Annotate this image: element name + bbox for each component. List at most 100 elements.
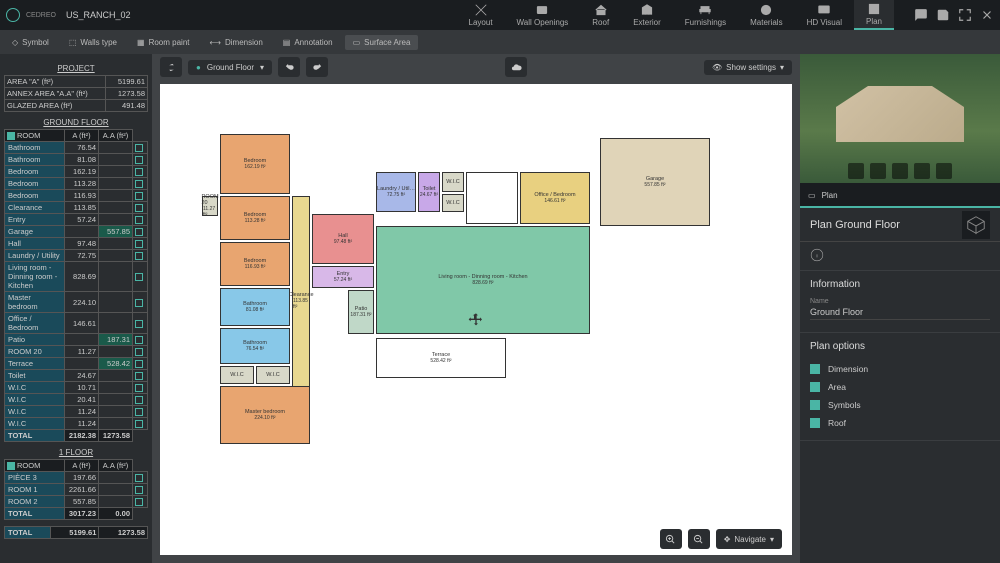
table-row[interactable]: Office / Bedroom146.61 xyxy=(5,313,148,334)
tab-hd-visual[interactable]: HD Visual xyxy=(795,0,854,30)
room-w-i-c[interactable]: W.I.C xyxy=(442,172,464,192)
tab-exterior[interactable]: Exterior xyxy=(621,0,673,30)
table-row[interactable]: Terrace528.42 xyxy=(5,358,148,370)
navigate-button[interactable]: ✥ Navigate ▾ xyxy=(716,529,782,549)
tab-materials[interactable]: Materials xyxy=(738,0,794,30)
subtool-dimension[interactable]: ⟷Dimension xyxy=(202,35,271,50)
cloud-button[interactable] xyxy=(505,57,527,77)
canvas-area: ● Ground Floor ▾ 👁 Show settings ▾ Bedro… xyxy=(152,54,800,563)
room-w-i-c[interactable]: W.I.C xyxy=(442,194,464,212)
room-entry[interactable]: Entry57.24 ft² xyxy=(312,266,374,288)
tab-roof[interactable]: Roof xyxy=(580,0,621,30)
table-row[interactable]: ROOM 12261.66 xyxy=(5,484,148,496)
room-clearance[interactable]: Clearance113.85 ft² xyxy=(292,196,310,406)
room-laundry-util-[interactable]: Laundry / Util…72.75 ft² xyxy=(376,172,416,212)
room-w-i-c[interactable]: W.I.C xyxy=(220,366,254,384)
room-bedroom[interactable]: Bedroom113.28 ft² xyxy=(220,196,290,240)
ground-floor-table: ROOMA (ft²)A.A (ft²) Bathroom76.54Bathro… xyxy=(4,129,148,442)
table-row[interactable]: Patio187.31 xyxy=(5,334,148,346)
grand-total-a: 5199.61 xyxy=(50,527,99,539)
table-row[interactable]: W.I.C11.24 xyxy=(5,418,148,430)
close-icon[interactable] xyxy=(980,8,994,22)
redo-button[interactable] xyxy=(306,57,328,77)
table-row[interactable]: Garage557.85 xyxy=(5,226,148,238)
chat-icon[interactable] xyxy=(914,8,928,22)
chevron-down-icon: ▾ xyxy=(770,535,774,544)
plan-3d-icon[interactable] xyxy=(962,211,990,239)
room-bedroom[interactable]: Bedroom116.93 ft² xyxy=(220,242,290,286)
plan-canvas[interactable]: Bedroom162.19 ft²ROOM 2011.27 ft²Bedroom… xyxy=(160,84,792,555)
show-settings-button[interactable]: 👁 Show settings ▾ xyxy=(704,60,792,75)
table-row[interactable]: W.I.C10.71 xyxy=(5,382,148,394)
table-row[interactable]: Bathroom81.08 xyxy=(5,154,148,166)
room-terrace[interactable]: Terrace528.42 ft² xyxy=(376,338,506,378)
zoom-out-button[interactable] xyxy=(688,529,710,549)
tab-furnishings[interactable]: Furnishings xyxy=(673,0,738,30)
subtool-annotation[interactable]: ▤Annotation xyxy=(275,35,341,50)
name-value[interactable]: Ground Floor xyxy=(810,305,990,320)
render-tool-5[interactable] xyxy=(936,163,952,179)
render-tool-2[interactable] xyxy=(870,163,886,179)
sidebar: PROJECT AREA "A" (ft²)5199.61ANNEX AREA … xyxy=(0,54,152,563)
info-row[interactable] xyxy=(800,242,1000,271)
option-roof[interactable]: Roof xyxy=(810,414,990,432)
subtool-symbol[interactable]: ◇Symbol xyxy=(4,35,57,50)
table-row[interactable]: Laundry / Utility72.75 xyxy=(5,250,148,262)
room-hall[interactable]: Hall97.48 ft² xyxy=(312,214,374,264)
room-bedroom[interactable]: Bedroom162.19 ft² xyxy=(220,134,290,194)
first-floor-title: 1 FLOOR xyxy=(4,446,148,459)
room-office-bedroom[interactable]: Office / Bedroom146.61 ft² xyxy=(520,172,590,224)
option-dimension[interactable]: Dimension xyxy=(810,360,990,378)
ground-floor-title: GROUND FLOOR xyxy=(4,116,148,129)
move-handle-icon[interactable] xyxy=(468,312,484,328)
plan-options-title: Plan options xyxy=(810,341,990,352)
room-garage[interactable]: Garage557.85 ft² xyxy=(600,138,710,226)
name-label: Name xyxy=(810,298,990,305)
room-master-bedroom[interactable]: Master bedroom224.10 ft² xyxy=(220,386,310,444)
subtool-room-paint[interactable]: ▦Room paint xyxy=(129,35,197,50)
room-patio[interactable]: Patio187.31 ft² xyxy=(348,290,374,334)
room-bathroom[interactable]: Bathroom76.54 ft² xyxy=(220,328,290,364)
subtool-walls-type[interactable]: ⬚Walls type xyxy=(61,35,125,50)
table-row[interactable]: Hall97.48 xyxy=(5,238,148,250)
room-room-20[interactable]: ROOM 2011.27 ft² xyxy=(202,196,218,216)
tab-wall-openings[interactable]: Wall Openings xyxy=(505,0,581,30)
subtool-surface-area[interactable]: ▭Surface Area xyxy=(345,35,419,50)
render-tool-1[interactable] xyxy=(848,163,864,179)
table-row[interactable]: Living room - Dinning room - Kitchen828.… xyxy=(5,262,148,292)
tab-plan[interactable]: Plan xyxy=(854,0,894,30)
render-tool-4[interactable] xyxy=(914,163,930,179)
table-row[interactable]: Bedroom116.93 xyxy=(5,190,148,202)
swap-icon[interactable] xyxy=(160,57,182,77)
undo-button[interactable] xyxy=(278,57,300,77)
table-row[interactable]: Toilet24.67 xyxy=(5,370,148,382)
table-row[interactable]: Bathroom76.54 xyxy=(5,142,148,154)
panel-header: Plan Ground Floor xyxy=(800,208,1000,242)
option-symbols[interactable]: Symbols xyxy=(810,396,990,414)
floor-selector[interactable]: ● Ground Floor ▾ xyxy=(188,60,272,75)
table-row[interactable]: Master bedroom224.10 xyxy=(5,292,148,313)
room-toilet[interactable]: Toilet24.67 ft² xyxy=(418,172,440,212)
room-w-i-c[interactable]: W.I.C xyxy=(256,366,290,384)
top-bar: CEDREO US_RANCH_02 LayoutWall OpeningsRo… xyxy=(0,0,1000,30)
plan-tab-icon: ▭ xyxy=(808,191,816,200)
table-row[interactable]: W.I.C20.41 xyxy=(5,394,148,406)
table-row[interactable]: Entry57.24 xyxy=(5,214,148,226)
zoom-in-button[interactable] xyxy=(660,529,682,549)
table-row[interactable]: W.I.C11.24 xyxy=(5,406,148,418)
tab-layout[interactable]: Layout xyxy=(457,0,505,30)
table-row[interactable]: Clearance113.85 xyxy=(5,202,148,214)
table-row[interactable]: ROOM 2557.85 xyxy=(5,496,148,508)
table-row[interactable]: PIÈCE 3197.66 xyxy=(5,472,148,484)
render-tool-3[interactable] xyxy=(892,163,908,179)
room-bathroom[interactable]: Bathroom81.08 ft² xyxy=(220,288,290,326)
render-preview[interactable] xyxy=(800,54,1000,184)
table-row[interactable]: ROOM 2011.27 xyxy=(5,346,148,358)
table-row[interactable]: Bedroom113.28 xyxy=(5,178,148,190)
table-row[interactable]: Bedroom162.19 xyxy=(5,166,148,178)
plan-tab-label[interactable]: Plan xyxy=(822,191,838,200)
room-blank[interactable] xyxy=(466,172,518,224)
fullscreen-icon[interactable] xyxy=(958,8,972,22)
option-area[interactable]: Area xyxy=(810,378,990,396)
save-icon[interactable] xyxy=(936,8,950,22)
